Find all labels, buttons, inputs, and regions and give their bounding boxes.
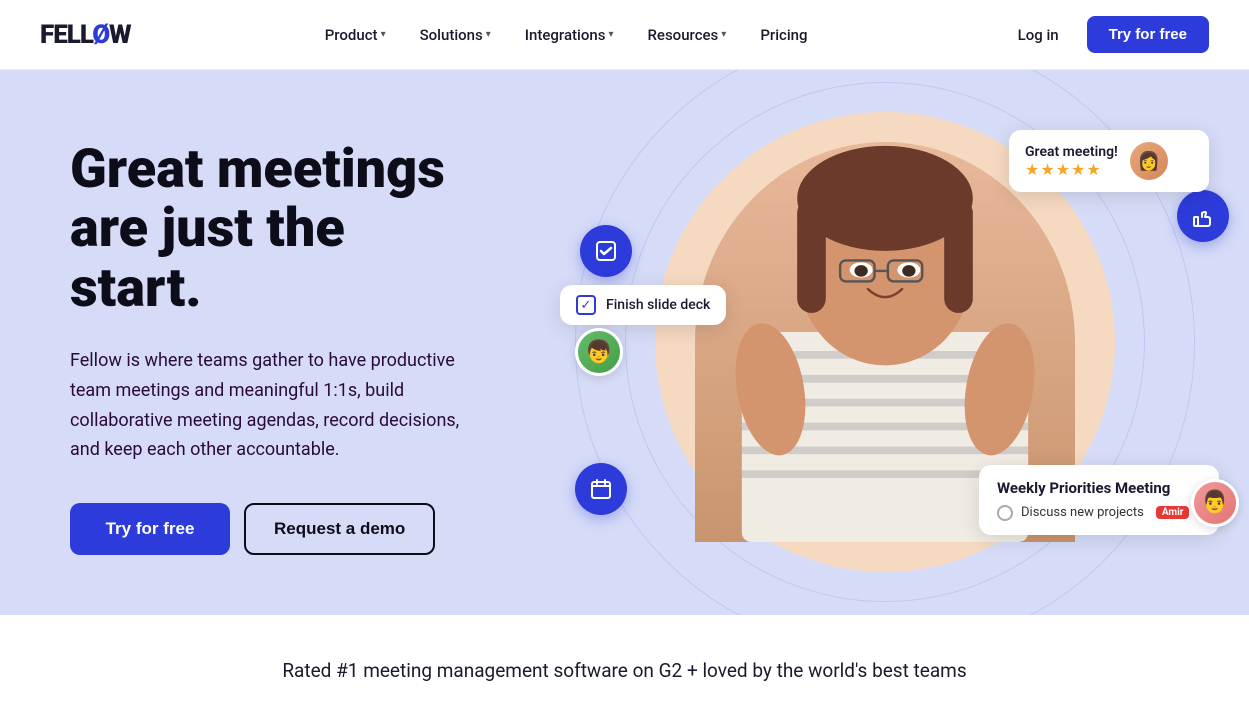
try-free-nav-button[interactable]: Try for free [1087, 16, 1209, 53]
nav-item-integrations[interactable]: Integrations ▾ [511, 18, 628, 52]
checkbox-icon [594, 239, 618, 263]
nav-item-product[interactable]: Product ▾ [311, 18, 400, 52]
nav-item-pricing[interactable]: Pricing [746, 18, 821, 52]
hero-left: Great meetings are just the start. Fello… [0, 70, 520, 615]
agenda-item-text: Discuss new projects [1021, 505, 1144, 520]
nav-item-resources[interactable]: Resources ▾ [633, 18, 740, 52]
great-meeting-card-content: Great meeting! ★★★★★ [1025, 144, 1118, 179]
thumbsup-icon-circle [1177, 190, 1229, 242]
chevron-down-icon: ▾ [486, 29, 491, 40]
bottom-banner: Rated #1 meeting management software on … [0, 615, 1249, 726]
nav-right: Log in Try for free [1002, 16, 1209, 53]
try-free-hero-button[interactable]: Try for free [70, 503, 230, 555]
great-meeting-card: Great meeting! ★★★★★ 👩 [1009, 130, 1209, 192]
login-button[interactable]: Log in [1002, 18, 1075, 52]
bottom-banner-text: Rated #1 meeting management software on … [20, 659, 1229, 682]
calendar-icon-circle [575, 463, 627, 515]
thumbs-up-icon [1191, 204, 1215, 228]
reviewer-avatar: 👩 [1130, 142, 1168, 180]
great-meeting-title: Great meeting! [1025, 144, 1118, 160]
request-demo-button[interactable]: Request a demo [244, 503, 435, 555]
nav-links: Product ▾ Solutions ▾ Integrations ▾ Res… [311, 18, 822, 52]
navbar: FELLØW Product ▾ Solutions ▾ Integration… [0, 0, 1249, 70]
chevron-down-icon: ▾ [721, 29, 726, 40]
rating-stars: ★★★★★ [1025, 160, 1118, 179]
logo[interactable]: FELLØW [40, 20, 131, 50]
chevron-down-icon: ▾ [608, 29, 613, 40]
checklist-icon-circle [580, 225, 632, 277]
nav-item-solutions[interactable]: Solutions ▾ [406, 18, 505, 52]
user-avatar-2: 👨 [1191, 479, 1239, 527]
chevron-down-icon: ▾ [381, 29, 386, 40]
calendar-icon [589, 477, 613, 501]
agenda-item-circle [997, 505, 1013, 521]
hero-title: Great meetings are just the start. [70, 140, 470, 318]
task-label: Finish slide deck [606, 297, 710, 313]
hero-section: Great meetings are just the start. Fello… [0, 70, 1249, 615]
user-avatar-1: 👦 [575, 328, 623, 376]
hero-description: Fellow is where teams gather to have pro… [70, 346, 470, 465]
meeting-agenda-item: Discuss new projects Amir [997, 505, 1201, 521]
hero-right: Great meeting! ★★★★★ 👩 ✓ Finish slide de… [520, 70, 1249, 615]
weekly-meeting-title: Weekly Priorities Meeting [997, 479, 1201, 497]
task-card: ✓ Finish slide deck [560, 285, 726, 325]
assignee-tag: Amir [1156, 506, 1190, 519]
weekly-meeting-card: Weekly Priorities Meeting Discuss new pr… [979, 465, 1219, 535]
logo-text: FELLØW [40, 20, 131, 50]
task-checkbox: ✓ [576, 295, 596, 315]
hero-buttons: Try for free Request a demo [70, 503, 470, 555]
